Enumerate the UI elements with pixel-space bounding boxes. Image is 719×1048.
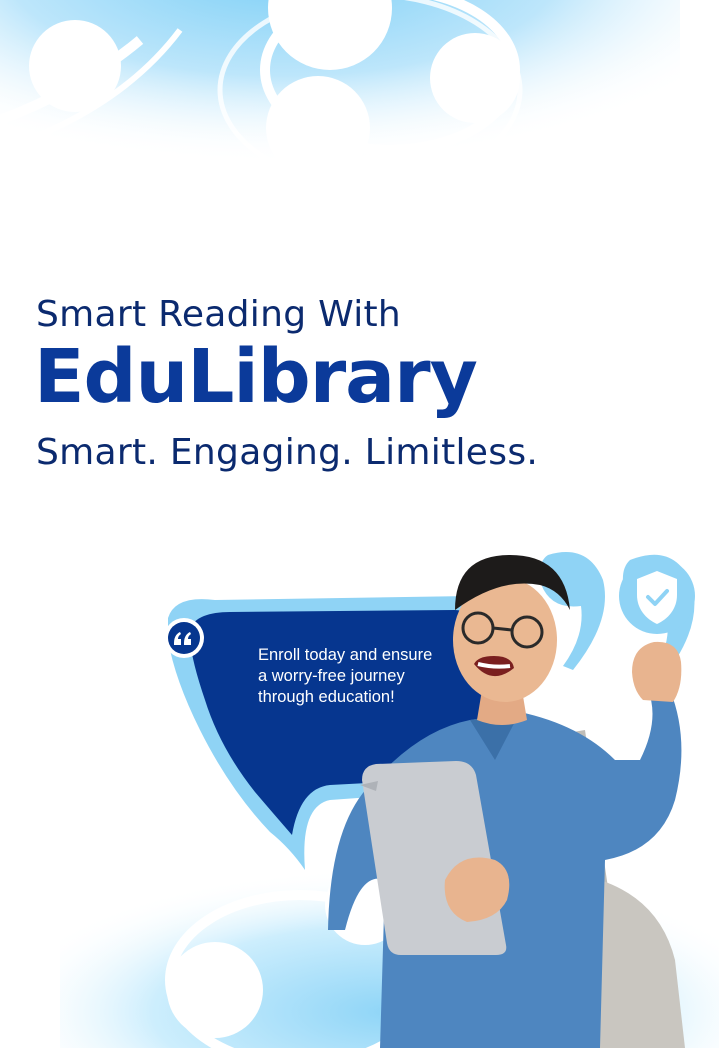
shield-check-icon (619, 558, 695, 634)
background-art (0, 0, 719, 1048)
tagline: Smart. Engaging. Limitless. (36, 432, 539, 473)
bubble-message: Enroll today and ensure a worry-free jou… (258, 646, 433, 706)
brand-title: EduLibrary (34, 334, 478, 420)
top-molecule-decoration (0, 0, 680, 220)
quote-icon (164, 618, 204, 658)
headline: Smart Reading With (36, 294, 402, 335)
